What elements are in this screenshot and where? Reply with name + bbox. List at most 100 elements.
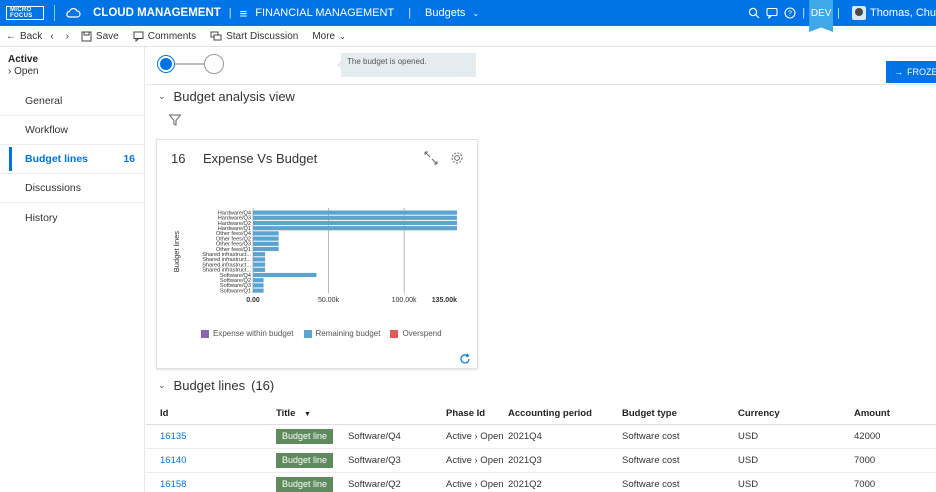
next-button[interactable]: › (66, 31, 69, 42)
y-axis-label: Budget lines (172, 231, 181, 273)
nav-item-history[interactable]: History (0, 203, 145, 232)
legend-item: Remaining budget (303, 329, 380, 338)
phase-tooltip: The budget is opened. (337, 53, 476, 77)
top-bar: MICRO FOCUS CLOUD MANAGEMENT | ≡ FINANCI… (0, 0, 936, 32)
row-amount: 7000 (854, 479, 876, 490)
card-title: Expense Vs Budget (203, 151, 318, 166)
save-button[interactable]: Save (81, 31, 119, 42)
table-row[interactable]: 16140 Budget line Software/Q3 Active › O… (146, 449, 936, 473)
divider: | (802, 7, 806, 19)
froze-button[interactable]: → FROZE (886, 61, 936, 83)
column-title[interactable]: Title ▼ (276, 408, 311, 419)
budget-lines-count: 16 (123, 153, 135, 165)
table-row[interactable]: 16158 Budget line Software/Q2 Active › O… (146, 473, 936, 492)
row-phase: Active › Open (446, 431, 504, 442)
chat-icon[interactable] (764, 5, 780, 21)
action-toolbar: ← Back ‹ › Save Comments Start Discussio… (0, 26, 936, 47)
row-id-link[interactable]: 16135 (160, 431, 186, 442)
previous-button[interactable]: ‹ (50, 31, 53, 42)
save-icon (81, 31, 92, 42)
app-title[interactable]: CLOUD MANAGEMENT (93, 7, 221, 19)
divider: | (837, 7, 840, 19)
legend-item: Expense within budget (201, 329, 294, 338)
budget-analysis-header[interactable]: ⌄ Budget analysis view (158, 89, 295, 104)
column-phase-id[interactable]: Phase Id (446, 408, 485, 419)
chevron-down-icon: ⌄ (158, 380, 166, 390)
more-menu[interactable]: More ⌄ (312, 31, 346, 42)
bar (253, 267, 266, 272)
chevron-down-icon: ⌄ (158, 91, 166, 101)
card-count: 16 (171, 151, 186, 166)
row-id-link[interactable]: 16158 (160, 479, 186, 490)
filter-icon[interactable] (168, 113, 182, 127)
row-phase: Active › Open (446, 479, 504, 490)
search-icon[interactable] (746, 5, 762, 21)
expense-vs-budget-chart: 0.00 50.00k 100.00k 135.00kBudget linesHard… (172, 208, 457, 304)
divider (54, 5, 55, 21)
gear-icon[interactable] (449, 150, 465, 166)
category-label: Software/Q1 (220, 288, 251, 294)
expand-icon[interactable] (423, 150, 439, 166)
bar (253, 215, 457, 220)
budget-lines-header[interactable]: ⌄ Budget lines (16) (158, 378, 274, 393)
bar (253, 231, 279, 236)
column-amount[interactable]: Amount (854, 408, 890, 419)
budget-line-badge: Budget line (276, 453, 334, 468)
section-nav: General Workflow Budget lines 16 Discuss… (0, 87, 145, 232)
bar (253, 278, 264, 283)
phase-toggle[interactable] (156, 54, 224, 74)
bar (253, 246, 279, 252)
bar (253, 283, 264, 288)
hamburger-icon[interactable]: ≡ (240, 6, 248, 21)
chevron-right-icon: › (8, 66, 12, 77)
x-tick-label: 100.00k (392, 297, 417, 304)
nav-item-workflow[interactable]: Workflow (0, 116, 145, 145)
row-period: 2021Q2 (508, 479, 542, 490)
bar (253, 288, 264, 293)
arrow-right-icon: → (894, 67, 903, 77)
x-tick-label: 50.00k (318, 297, 340, 304)
column-id[interactable]: Id (160, 408, 168, 419)
column-budget-type[interactable]: Budget type (622, 408, 677, 419)
page-dropdown[interactable]: Budgets ⌄ (425, 7, 479, 19)
bar (253, 226, 457, 231)
cloud-icon[interactable] (65, 6, 81, 20)
row-currency: USD (738, 431, 759, 442)
sort-desc-icon: ▼ (304, 411, 311, 418)
back-button[interactable]: ← Back (6, 31, 42, 42)
module-name[interactable]: FINANCIAL MANAGEMENT (255, 7, 394, 19)
user-name: Thomas, Chu (869, 7, 936, 19)
status-value[interactable]: › Open (8, 66, 39, 77)
row-id-link[interactable]: 16140 (160, 455, 186, 466)
table-row[interactable]: 16135 Budget line Software/Q4 Active › O… (146, 425, 936, 449)
comments-button[interactable]: Comments (133, 31, 196, 42)
row-title: Software/Q4 (348, 431, 401, 442)
bar (253, 262, 266, 267)
chevron-down-icon: ⌄ (472, 9, 480, 18)
comment-icon (133, 31, 144, 42)
row-amount: 7000 (854, 455, 876, 466)
user-menu[interactable]: Thomas, Chu (851, 6, 936, 20)
start-discussion-button[interactable]: Start Discussion (210, 31, 298, 42)
nav-item-discussions[interactable]: Discussions (0, 174, 145, 203)
chevron-down-icon: ⌄ (339, 31, 346, 41)
micro-focus-logo[interactable]: MICRO FOCUS (6, 6, 44, 20)
left-pane: Active › Open General Workflow Budget li… (0, 47, 145, 492)
bar (253, 252, 266, 257)
divider: | (408, 7, 412, 19)
refresh-icon[interactable] (459, 353, 471, 365)
divider (146, 84, 936, 85)
nav-item-budget-lines[interactable]: Budget lines 16 (0, 145, 145, 174)
legend-item: Overspend (390, 329, 442, 338)
discussion-icon (210, 31, 222, 42)
column-currency[interactable]: Currency (738, 408, 780, 419)
nav-item-general[interactable]: General (0, 87, 145, 116)
row-period: 2021Q4 (508, 431, 542, 442)
row-currency: USD (738, 455, 759, 466)
bar (253, 210, 457, 215)
chart-card: 16 Expense Vs Budget 0.00 50.00k 100.00k 13… (156, 139, 478, 369)
help-icon[interactable]: ? (782, 5, 798, 21)
row-title: Software/Q2 (348, 479, 401, 490)
row-currency: USD (738, 479, 759, 490)
column-accounting-period[interactable]: Accounting period (508, 408, 592, 419)
